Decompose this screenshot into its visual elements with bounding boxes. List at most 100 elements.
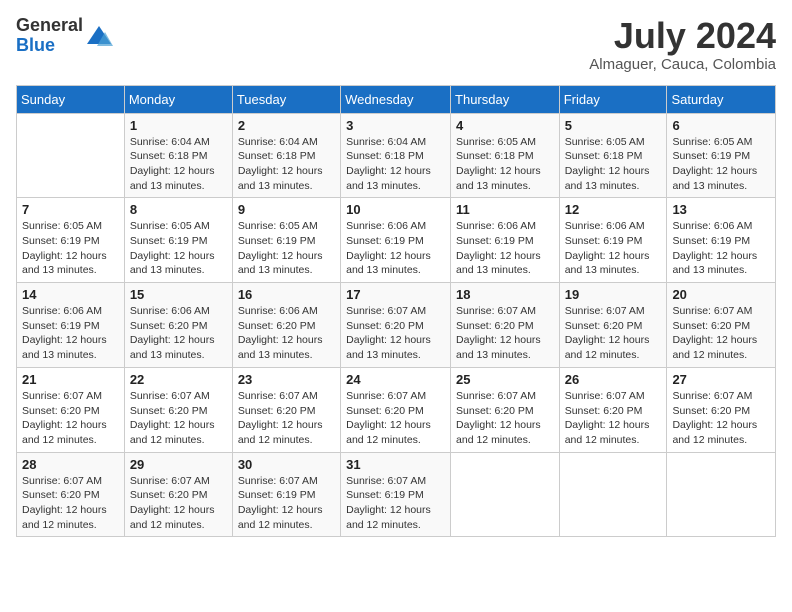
day-number: 17 [346,287,445,302]
calendar-cell [667,452,776,537]
day-info: Sunrise: 6:07 AM Sunset: 6:20 PM Dayligh… [130,474,227,533]
day-number: 4 [456,118,554,133]
day-number: 24 [346,372,445,387]
calendar-cell: 11Sunrise: 6:06 AM Sunset: 6:19 PM Dayli… [451,198,560,283]
calendar-cell: 28 Sunrise: 6:07 AM Sunset: 6:20 PM Dayli… [17,452,125,537]
day-number: 14 [22,287,119,302]
day-number: 18 [456,287,554,302]
calendar-cell: 5 Sunrise: 6:05 AM Sunset: 6:18 PM Daylig… [559,113,667,198]
day-number: 28 [22,457,119,472]
calendar-cell: 18 Sunrise: 6:07 AM Sunset: 6:20 PM Dayli… [451,283,560,368]
day-info: Sunrise: 6:07 AM Sunset: 6:20 PM Dayligh… [672,389,770,448]
day-number: 13 [672,202,770,217]
day-number: 5 [565,118,662,133]
day-number: 22 [130,372,227,387]
calendar-cell: 6 Sunrise: 6:05 AM Sunset: 6:19 PM Daylig… [667,113,776,198]
day-number: 8 [130,202,227,217]
day-info: Sunrise: 6:07 AM Sunset: 6:20 PM Dayligh… [130,389,227,448]
calendar-cell: 22 Sunrise: 6:07 AM Sunset: 6:20 PM Dayli… [124,367,232,452]
calendar-cell: 13 Sunrise: 6:06 AM Sunset: 6:19 PM Dayli… [667,198,776,283]
day-info: Sunrise: 6:04 AM Sunset: 6:18 PM Dayligh… [130,135,227,194]
day-info: Sunrise: 6:07 AM Sunset: 6:20 PM Dayligh… [346,389,445,448]
day-info: Sunrise: 6:07 AM Sunset: 6:20 PM Dayligh… [456,389,554,448]
calendar-cell: 7Sunrise: 6:05 AM Sunset: 6:19 PM Daylig… [17,198,125,283]
calendar-cell: 16Sunrise: 6:06 AM Sunset: 6:20 PM Dayli… [232,283,340,368]
day-number: 3 [346,118,445,133]
calendar-cell: 2Sunrise: 6:04 AM Sunset: 6:18 PM Daylig… [232,113,340,198]
day-info: Sunrise: 6:05 AM Sunset: 6:19 PM Dayligh… [238,219,335,278]
day-number: 11 [456,202,554,217]
calendar-header-thursday: Thursday [451,85,560,113]
day-number: 23 [238,372,335,387]
calendar-cell: 25 Sunrise: 6:07 AM Sunset: 6:20 PM Dayli… [451,367,560,452]
title-block: July 2024 Almaguer, Cauca, Colombia [589,16,776,73]
logo: General Blue [16,16,113,56]
calendar-cell: 9 Sunrise: 6:05 AM Sunset: 6:19 PM Daylig… [232,198,340,283]
calendar-header-saturday: Saturday [667,85,776,113]
calendar-cell: 30 Sunrise: 6:07 AM Sunset: 6:19 PM Dayli… [232,452,340,537]
day-number: 6 [672,118,770,133]
day-info: Sunrise: 6:06 AM Sunset: 6:19 PM Dayligh… [672,219,770,278]
day-number: 27 [672,372,770,387]
calendar-week-row: 14Sunrise: 6:06 AM Sunset: 6:19 PM Dayli… [17,283,776,368]
day-info: Sunrise: 6:07 AM Sunset: 6:20 PM Dayligh… [238,389,335,448]
day-info: Sunrise: 6:04 AM Sunset: 6:18 PM Dayligh… [346,135,445,194]
day-number: 7 [22,202,119,217]
calendar-week-row: 21 Sunrise: 6:07 AM Sunset: 6:20 PM Dayli… [17,367,776,452]
logo-text: General Blue [16,16,83,56]
day-number: 15 [130,287,227,302]
calendar-header-row: SundayMondayTuesdayWednesdayThursdayFrid… [17,85,776,113]
day-info: Sunrise: 6:05 AM Sunset: 6:19 PM Dayligh… [130,219,227,278]
page-header: General Blue July 2024 Almaguer, Cauca, … [16,16,776,73]
calendar-cell: 14Sunrise: 6:06 AM Sunset: 6:19 PM Dayli… [17,283,125,368]
calendar-cell: 10Sunrise: 6:06 AM Sunset: 6:19 PM Dayli… [341,198,451,283]
day-info: Sunrise: 6:06 AM Sunset: 6:19 PM Dayligh… [565,219,662,278]
month-year-title: July 2024 [589,16,776,56]
calendar-cell: 27 Sunrise: 6:07 AM Sunset: 6:20 PM Dayli… [667,367,776,452]
calendar-cell: 24 Sunrise: 6:07 AM Sunset: 6:20 PM Dayli… [341,367,451,452]
day-info: Sunrise: 6:07 AM Sunset: 6:20 PM Dayligh… [22,474,119,533]
day-info: Sunrise: 6:07 AM Sunset: 6:20 PM Dayligh… [456,304,554,363]
day-info: Sunrise: 6:07 AM Sunset: 6:20 PM Dayligh… [565,304,662,363]
day-number: 30 [238,457,335,472]
day-info: Sunrise: 6:07 AM Sunset: 6:20 PM Dayligh… [565,389,662,448]
location-subtitle: Almaguer, Cauca, Colombia [589,56,776,73]
logo-general: General [16,16,83,36]
day-number: 21 [22,372,119,387]
day-info: Sunrise: 6:05 AM Sunset: 6:19 PM Dayligh… [672,135,770,194]
calendar-cell [451,452,560,537]
calendar-week-row: 7 Sunrise: 6:05 AM Sunset: 6:19 PM Daylig… [17,198,776,283]
calendar-header-sunday: Sunday [17,85,125,113]
day-number: 19 [565,287,662,302]
calendar-cell: 8 Sunrise: 6:05 AM Sunset: 6:19 PM Daylig… [124,198,232,283]
day-number: 25 [456,372,554,387]
calendar-cell: 20Sunrise: 6:07 AM Sunset: 6:20 PM Dayli… [667,283,776,368]
day-info: Sunrise: 6:07 AM Sunset: 6:20 PM Dayligh… [22,389,119,448]
calendar-cell: 23 Sunrise: 6:07 AM Sunset: 6:20 PM Dayli… [232,367,340,452]
calendar-cell: 26 Sunrise: 6:07 AM Sunset: 6:20 PM Dayli… [559,367,667,452]
day-number: 9 [238,202,335,217]
calendar-cell: 29 Sunrise: 6:07 AM Sunset: 6:20 PM Dayli… [124,452,232,537]
day-number: 12 [565,202,662,217]
day-info: Sunrise: 6:05 AM Sunset: 6:18 PM Dayligh… [565,135,662,194]
calendar-cell: 17 Sunrise: 6:07 AM Sunset: 6:20 PM Dayli… [341,283,451,368]
day-info: Sunrise: 6:07 AM Sunset: 6:19 PM Dayligh… [346,474,445,533]
calendar-week-row: 1Sunrise: 6:04 AM Sunset: 6:18 PM Daylig… [17,113,776,198]
calendar-cell: 15 Sunrise: 6:06 AM Sunset: 6:20 PM Dayli… [124,283,232,368]
logo-icon [85,22,113,50]
calendar-header-wednesday: Wednesday [341,85,451,113]
day-info: Sunrise: 6:07 AM Sunset: 6:20 PM Dayligh… [346,304,445,363]
calendar-cell: 21 Sunrise: 6:07 AM Sunset: 6:20 PM Dayli… [17,367,125,452]
day-number: 26 [565,372,662,387]
day-info: Sunrise: 6:06 AM Sunset: 6:19 PM Dayligh… [346,219,445,278]
calendar-cell [559,452,667,537]
day-number: 29 [130,457,227,472]
day-number: 20 [672,287,770,302]
calendar-cell: 19 Sunrise: 6:07 AM Sunset: 6:20 PM Dayli… [559,283,667,368]
day-info: Sunrise: 6:07 AM Sunset: 6:19 PM Dayligh… [238,474,335,533]
calendar-cell: 4 Sunrise: 6:05 AM Sunset: 6:18 PM Daylig… [451,113,560,198]
day-info: Sunrise: 6:06 AM Sunset: 6:20 PM Dayligh… [130,304,227,363]
calendar-header-tuesday: Tuesday [232,85,340,113]
day-info: Sunrise: 6:05 AM Sunset: 6:18 PM Dayligh… [456,135,554,194]
calendar-cell: 3 Sunrise: 6:04 AM Sunset: 6:18 PM Daylig… [341,113,451,198]
